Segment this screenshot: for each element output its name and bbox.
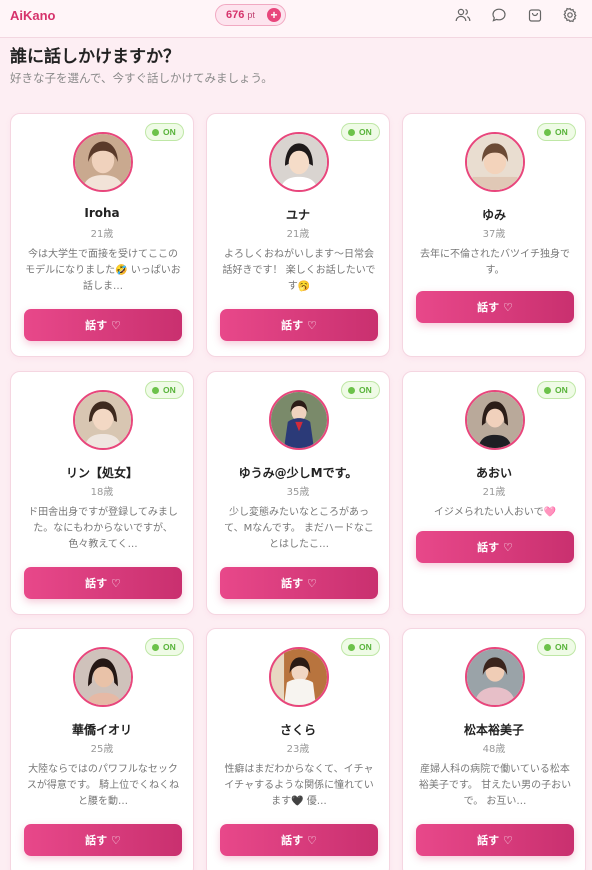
online-badge: ON [537, 123, 576, 141]
character-card[interactable]: ON 松本裕美子 48歳 産婦人科の病院で働いている松本裕美子です。 甘えたい男… [402, 628, 586, 870]
character-name: あおい [475, 466, 512, 480]
page-subtitle: 好きな子を選んで、今すぐ話しかけてみましょう。 [10, 71, 273, 85]
character-description: よろしくおねがいします〜日常会話好きです！ 楽しくお話したいです🥱 [222, 249, 376, 292]
online-badge: ON [537, 638, 576, 656]
character-card[interactable]: ON Iroha 21歳 今は大学生で面接を受けてここのモデルになりました🤣 い… [10, 113, 194, 357]
online-dot-icon [544, 128, 551, 136]
character-age: 37歳 [482, 229, 506, 240]
character-description: 今は大学生で面接を受けてここのモデルになりました🤣 いっぱいお話しま… [25, 249, 181, 292]
character-name: さくら [279, 723, 316, 737]
online-badge: ON [145, 638, 184, 656]
character-age: 21歳 [482, 487, 506, 498]
character-description: 大陸ならではのパワフルなセックスが得意です。 騎上位でくねくねと腰を動… [26, 764, 180, 807]
online-dot-icon [152, 386, 159, 394]
avatar [269, 132, 329, 192]
character-card[interactable]: ON ゆみ 37歳 去年に不倫されたバツイチ独身です。 話す ♡ [402, 113, 586, 357]
character-card[interactable]: ON あおい 21歳 イジメられたい人おいで🩷 話す ♡ [402, 371, 586, 615]
avatar [269, 647, 329, 707]
online-badge: ON [145, 123, 184, 141]
character-description: 産婦人科の病院で働いている松本裕美子です。 甘えたい男の子おいで。 お互い… [418, 764, 572, 807]
app-logo[interactable]: AiKano [10, 8, 56, 23]
points-balance[interactable]: 676 pt + [215, 4, 286, 26]
character-age: 48歳 [482, 744, 506, 755]
talk-button[interactable]: 話す ♡ [416, 291, 574, 323]
gear-icon[interactable] [562, 7, 578, 23]
avatar [465, 390, 525, 450]
character-age: 21歳 [90, 229, 114, 240]
character-age: 23歳 [286, 744, 310, 755]
character-card[interactable]: ON 華僑イオリ 25歳 大陸ならではのパワフルなセックスが得意です。 騎上位で… [10, 628, 194, 870]
page-title: 誰に話しかけますか？ [10, 47, 180, 67]
character-name: Iroha [84, 206, 120, 220]
talk-button[interactable]: 話す ♡ [220, 567, 378, 599]
online-badge: ON [341, 638, 380, 656]
online-dot-icon [544, 386, 551, 394]
talk-button[interactable]: 話す ♡ [220, 824, 378, 856]
users-icon[interactable] [455, 7, 471, 23]
character-card[interactable]: ON さくら 23歳 性癖はまだわからなくて、イチャイチャするような関係に憧れて… [206, 628, 390, 870]
character-card[interactable]: ON ユナ 21歳 よろしくおねがいします〜日常会話好きです！ 楽しくお話したい… [206, 113, 390, 357]
talk-button[interactable]: 話す ♡ [24, 824, 182, 856]
character-description: 性癖はまだわからなくて、イチャイチャするような関係に憧れています🖤 優… [224, 764, 374, 807]
character-card[interactable]: ON ゆうみ@少しMです。 35歳 少し変態みたいなところがあって、Mなんです。… [206, 371, 390, 615]
character-description: 少し変態みたいなところがあって、Mなんです。 まだハードなことはしたこ… [224, 507, 374, 550]
online-dot-icon [348, 128, 355, 136]
avatar [73, 132, 133, 192]
character-name: ユナ [285, 208, 310, 222]
character-age: 35歳 [286, 487, 310, 498]
character-name: ゆうみ@少しMです。 [238, 466, 358, 480]
avatar [73, 647, 133, 707]
character-name: リン【処女】 [65, 466, 138, 480]
online-badge: ON [341, 123, 380, 141]
character-name: ゆみ [481, 208, 506, 222]
online-dot-icon [544, 643, 551, 651]
online-badge: ON [145, 381, 184, 399]
character-description: ド田舎出身ですが登録してみました。なにもわからないですが、色々教えてく… [28, 507, 178, 550]
avatar [269, 390, 329, 450]
character-description: 去年に不倫されたバツイチ独身です。 [420, 249, 570, 276]
avatar [73, 390, 133, 450]
character-card[interactable]: ON リン【処女】 18歳 ド田舎出身ですが登録してみました。なにもわからないで… [10, 371, 194, 615]
shopping-bag-icon[interactable] [527, 7, 543, 23]
online-dot-icon [348, 386, 355, 394]
character-description: イジメられたい人おいで🩷 [433, 507, 557, 518]
online-dot-icon [348, 643, 355, 651]
character-age: 25歳 [90, 744, 114, 755]
talk-button[interactable]: 話す ♡ [24, 309, 182, 341]
avatar [465, 647, 525, 707]
chat-icon[interactable] [491, 7, 507, 23]
character-name: 華僑イオリ [71, 723, 132, 737]
online-dot-icon [152, 128, 159, 136]
talk-button[interactable]: 話す ♡ [416, 824, 574, 856]
add-points-button[interactable]: + [267, 8, 281, 22]
top-bar: AiKano 676 pt + [0, 0, 592, 38]
avatar [465, 132, 525, 192]
character-age: 21歳 [286, 229, 310, 240]
character-age: 18歳 [90, 487, 114, 498]
talk-button[interactable]: 話す ♡ [416, 531, 574, 563]
talk-button[interactable]: 話す ♡ [24, 567, 182, 599]
online-badge: ON [537, 381, 576, 399]
character-name: 松本裕美子 [463, 723, 524, 737]
online-badge: ON [341, 381, 380, 399]
talk-button[interactable]: 話す ♡ [220, 309, 378, 341]
online-dot-icon [152, 643, 159, 651]
points-unit: pt [247, 10, 255, 20]
points-value: 676 [226, 9, 245, 21]
